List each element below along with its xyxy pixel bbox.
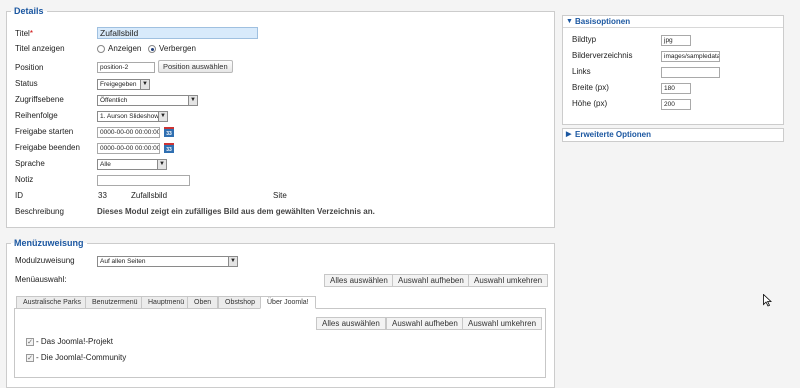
tab-benutzermenue[interactable]: Benutzermenü: [85, 296, 145, 309]
basic-field-label: Bilderverzeichnis: [572, 51, 633, 60]
module-name: Zufallsbild: [131, 191, 168, 200]
menu-item-checkbox[interactable]: ✓: [26, 354, 34, 362]
tab-australische-parks[interactable]: Australische Parks: [16, 296, 88, 309]
details-legend: Details: [14, 6, 44, 16]
chevron-down-icon: ▼: [158, 112, 167, 121]
publish-down-label: Freigabe beenden: [15, 143, 80, 152]
note-input[interactable]: [97, 175, 190, 186]
publish-down-input[interactable]: 0000-00-00 00:00:00: [97, 143, 160, 154]
triangle-down-icon: ▼: [566, 18, 573, 25]
invert-selection-button[interactable]: Auswahl umkehren: [468, 274, 549, 287]
image-folder-input[interactable]: images/sampledata/j: [661, 51, 720, 62]
basic-field-label: Breite (px): [572, 83, 609, 92]
tab-ueber-joomla[interactable]: Über Joomla!: [260, 296, 316, 309]
menu-selection-label: Menüauswahl:: [15, 275, 67, 284]
show-title-option-hide: Verbergen: [159, 44, 196, 53]
ordering-label: Reihenfolge: [15, 111, 58, 120]
clear-selection-button[interactable]: Auswahl aufheben: [392, 274, 470, 287]
select-all-button[interactable]: Alles auswählen: [324, 274, 394, 287]
menu-item-checkbox[interactable]: ✓: [26, 338, 34, 346]
ordering-value: 1. Aurson Slideshow: [100, 113, 159, 120]
basic-field-label: Höhe (px): [572, 99, 608, 108]
publish-up-label: Freigabe starten: [15, 127, 74, 136]
language-label: Sprache: [15, 159, 45, 168]
advanced-options-title: Erweiterte Optionen: [575, 130, 652, 139]
ordering-select[interactable]: 1. Aurson Slideshow ▼: [97, 111, 168, 122]
position-label: Position: [15, 63, 44, 72]
position-input[interactable]: position-2: [97, 62, 155, 73]
status-label: Status: [15, 79, 38, 88]
required-mark: *: [29, 29, 33, 38]
title-label: Titel*: [15, 29, 33, 38]
note-label: Notiz: [15, 175, 34, 184]
title-input[interactable]: Zufallsbild: [97, 27, 258, 39]
tab-select-all-button[interactable]: Alles auswählen: [316, 317, 386, 330]
show-title-radio-hide[interactable]: [148, 45, 156, 53]
mouse-cursor-icon: [763, 294, 772, 307]
show-title-label: Titel anzeigen: [15, 44, 65, 53]
height-input[interactable]: 200: [661, 99, 691, 110]
status-select[interactable]: Freigegeben ▼: [97, 79, 150, 90]
tab-invert-selection-button[interactable]: Auswahl umkehren: [462, 317, 543, 330]
id-value: 33: [98, 191, 107, 200]
tab-oben[interactable]: Oben: [187, 296, 219, 309]
menu-assignment-legend: Menüzuweisung: [14, 238, 84, 248]
basic-options-header[interactable]: ▼ Basisoptionen: [563, 16, 783, 28]
chevron-down-icon: ▼: [188, 96, 197, 105]
access-label: Zugriffsebene: [15, 95, 64, 104]
assignment-label: Modulzuweisung: [15, 256, 75, 265]
menu-item-label: - Die Joomla!-Community: [36, 353, 127, 362]
basic-field-label: Links: [572, 67, 591, 76]
calendar-icon[interactable]: 33: [164, 143, 174, 153]
basic-field-label: Bildtyp: [572, 35, 597, 44]
tab-clear-selection-button[interactable]: Auswahl aufheben: [386, 317, 464, 330]
triangle-right-icon: ▶: [566, 131, 572, 138]
access-select[interactable]: Öffentlich ▼: [97, 95, 198, 106]
access-value: Öffentlich: [100, 97, 128, 104]
language-select[interactable]: Alle ▼: [97, 159, 167, 170]
status-value: Freigegeben: [100, 81, 137, 88]
publish-up-input[interactable]: 0000-00-00 00:00:00: [97, 127, 160, 138]
image-type-input[interactable]: jpg: [661, 35, 691, 46]
menu-item-label: - Das Joomla!-Projekt: [36, 337, 113, 346]
width-input[interactable]: 180: [661, 83, 691, 94]
chevron-down-icon: ▼: [140, 80, 149, 89]
advanced-options-header[interactable]: ▶ Erweiterte Optionen: [563, 129, 783, 141]
chevron-down-icon: ▼: [157, 160, 166, 169]
link-input[interactable]: [661, 67, 720, 78]
basic-options-title: Basisoptionen: [575, 17, 631, 26]
language-value: Alle: [100, 161, 111, 168]
assignment-select[interactable]: Auf allen Seiten ▼: [97, 256, 238, 267]
assignment-value: Auf allen Seiten: [100, 258, 146, 265]
description-value: Dieses Modul zeigt ein zufälliges Bild a…: [97, 207, 375, 216]
module-client: Site: [273, 191, 287, 200]
tab-obstshop[interactable]: Obstshop: [218, 296, 262, 309]
chevron-down-icon: ▼: [228, 257, 237, 266]
show-title-radio-show[interactable]: [97, 45, 105, 53]
id-label: ID: [15, 191, 23, 200]
calendar-icon[interactable]: 33: [164, 127, 174, 137]
tab-hauptmenue[interactable]: Hauptmenü: [141, 296, 192, 309]
position-select-button[interactable]: Position auswählen: [158, 60, 233, 73]
show-title-option-show: Anzeigen: [108, 44, 142, 53]
description-label: Beschreibung: [15, 207, 64, 216]
